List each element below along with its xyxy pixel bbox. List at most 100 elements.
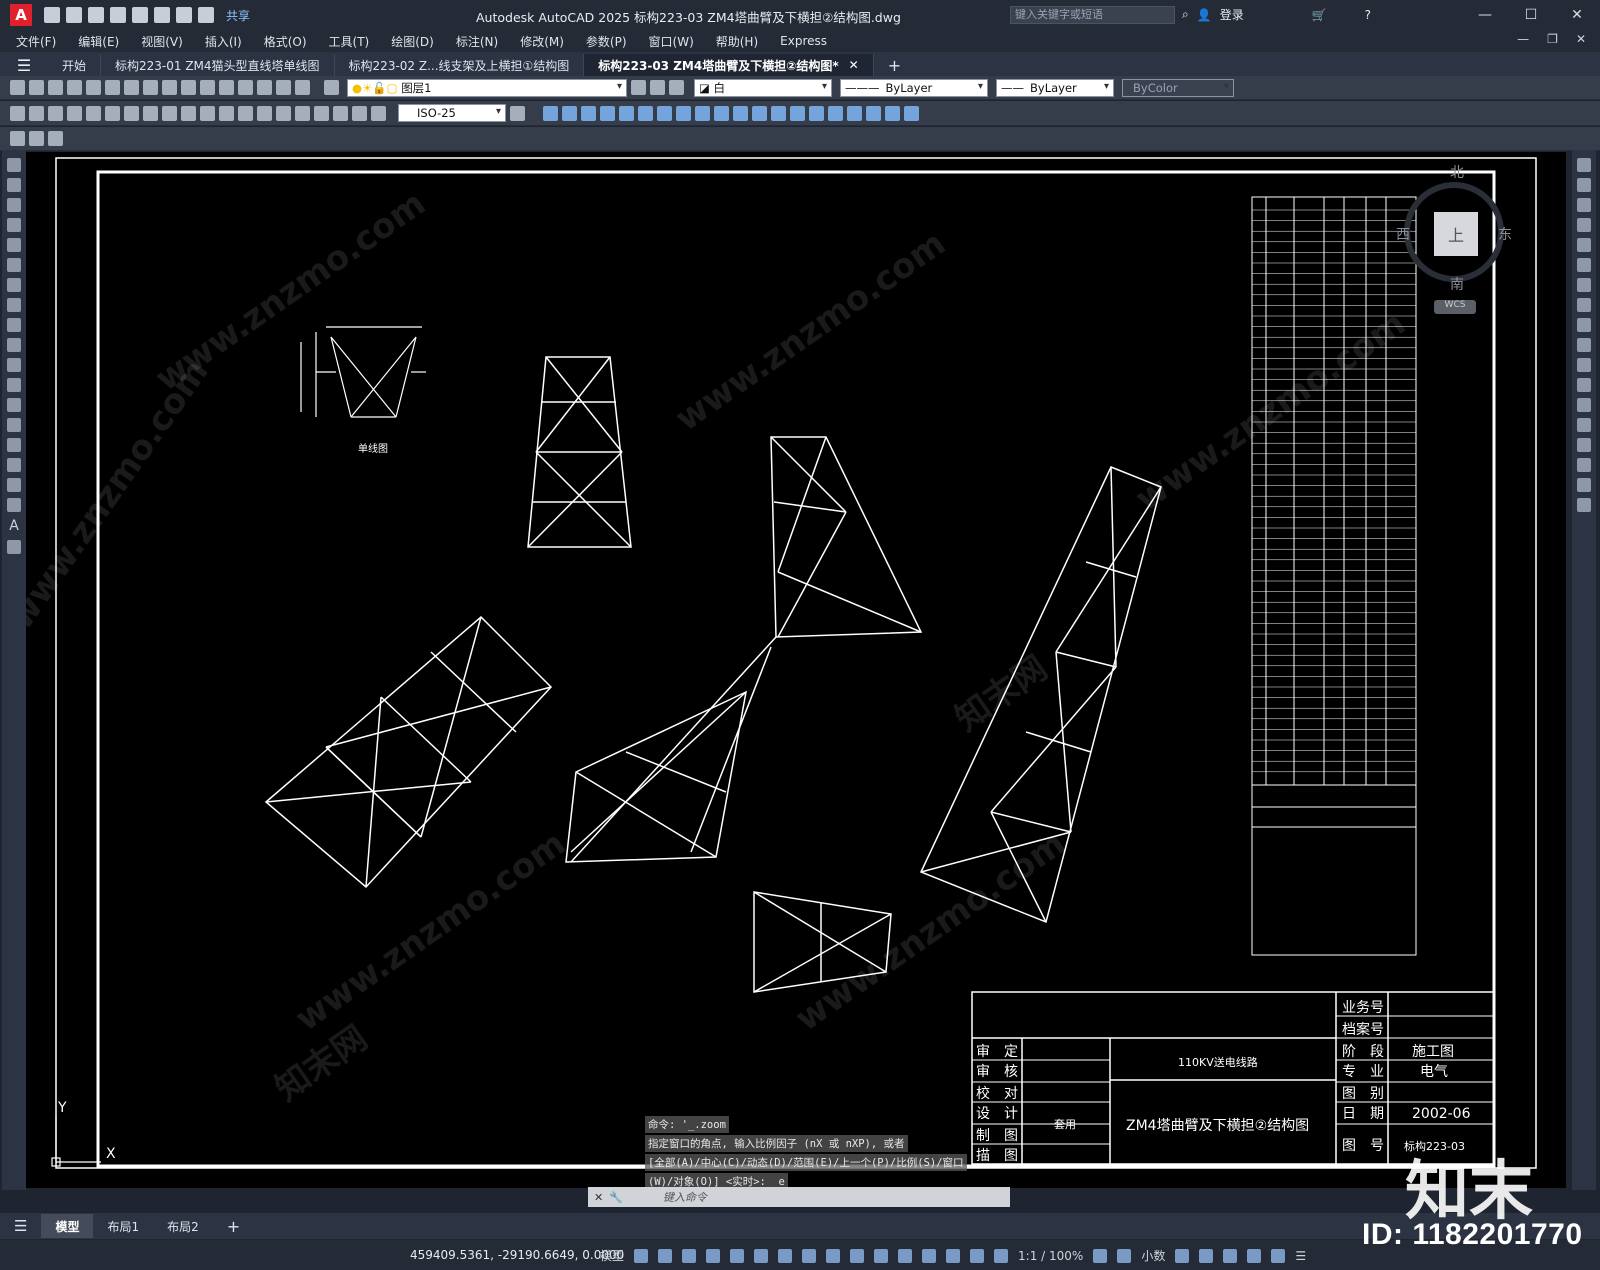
customization-icon[interactable]: ☰: [1295, 1249, 1306, 1263]
polygon-icon[interactable]: [7, 218, 21, 232]
continue-icon[interactable]: [200, 105, 215, 121]
linear-dim-icon[interactable]: [10, 105, 25, 121]
graphics-performance-icon[interactable]: [1247, 1248, 1262, 1263]
object-snap-tracking-icon[interactable]: [754, 1248, 769, 1263]
object-snap-icon[interactable]: [778, 1248, 793, 1263]
annotation-visibility-icon[interactable]: [970, 1248, 985, 1263]
polar-icon[interactable]: [706, 1248, 721, 1263]
search-input[interactable]: 键入关键字或短语: [1010, 6, 1175, 24]
doc-restore-icon[interactable]: ❐: [1547, 32, 1558, 46]
inspect-icon[interactable]: [295, 105, 310, 121]
block-edit-icon[interactable]: [10, 131, 25, 146]
copy-icon[interactable]: [124, 80, 139, 95]
auto-scale-icon[interactable]: [994, 1248, 1009, 1263]
jogged-linear-icon[interactable]: [314, 105, 329, 121]
table-icon[interactable]: [48, 131, 63, 146]
break-point-icon[interactable]: [1577, 378, 1591, 392]
zoom-icon[interactable]: [238, 80, 253, 95]
preview-icon[interactable]: [86, 80, 101, 95]
modify-explode-icon[interactable]: [809, 105, 824, 121]
region-icon[interactable]: [7, 478, 21, 492]
menu-view[interactable]: 视图(V): [141, 33, 183, 50]
gizmo-icon[interactable]: [946, 1248, 961, 1263]
polyline-icon[interactable]: [7, 198, 21, 212]
lock-ui-icon[interactable]: [1199, 1248, 1214, 1263]
rotate-icon[interactable]: [1577, 278, 1591, 292]
command-input[interactable]: ✕ 🔧 键入命令: [588, 1187, 1010, 1207]
tab-layout2[interactable]: 布局2: [153, 1214, 213, 1238]
properties-icon[interactable]: [257, 80, 272, 95]
spline-icon[interactable]: [7, 318, 21, 332]
space-icon[interactable]: [219, 105, 234, 121]
erase-icon[interactable]: [1577, 158, 1591, 172]
viewcube-east[interactable]: 东: [1498, 224, 1512, 244]
hatch-icon[interactable]: [7, 438, 21, 452]
revcloud-icon[interactable]: [7, 298, 21, 312]
annotation-scale[interactable]: 1:1 / 100%: [1018, 1249, 1083, 1263]
menu-dimension[interactable]: 标注(N): [456, 33, 498, 50]
annotation-monitor-icon[interactable]: [1117, 1248, 1132, 1263]
viewcube-north[interactable]: 北: [1450, 162, 1464, 182]
new-icon[interactable]: [44, 7, 60, 23]
publish-icon[interactable]: [132, 7, 148, 23]
help-icon[interactable]: [295, 80, 310, 95]
tab-file-03[interactable]: 标构223-03 ZM4塔曲臂及下横担②结构图* ✕: [584, 54, 874, 76]
matchprop-icon[interactable]: [162, 80, 177, 95]
redo-icon[interactable]: [200, 80, 215, 95]
center-mark-icon[interactable]: [276, 105, 291, 121]
paste-icon[interactable]: [143, 80, 158, 95]
menu-modify[interactable]: 修改(M): [520, 33, 564, 50]
plotstyle-dropdown[interactable]: ByColor: [1122, 78, 1234, 97]
aligned-dim-icon[interactable]: [29, 105, 44, 121]
minimize-icon[interactable]: —: [1462, 0, 1508, 30]
menu-insert[interactable]: 插入(I): [205, 33, 242, 50]
doc-minimize-icon[interactable]: —: [1517, 32, 1529, 46]
tolerance-icon[interactable]: [257, 105, 272, 121]
ortho-icon[interactable]: [682, 1248, 697, 1263]
linetype-dropdown[interactable]: ——— ByLayer: [840, 78, 988, 97]
tab-close-icon[interactable]: ✕: [849, 58, 859, 72]
dimstyle-dropdown[interactable]: ISO-25: [398, 104, 506, 122]
move-icon[interactable]: [1577, 258, 1591, 272]
modify-fillet-icon[interactable]: [790, 105, 805, 121]
clean-screen-icon[interactable]: [1271, 1248, 1286, 1263]
menu-draw[interactable]: 绘图(D): [391, 33, 434, 50]
trim-icon[interactable]: [1577, 338, 1591, 352]
menu-tools[interactable]: 工具(T): [329, 33, 370, 50]
help-icon[interactable]: ?: [1365, 8, 1371, 22]
dimedit-icon[interactable]: [333, 105, 348, 121]
jogged-icon[interactable]: [105, 105, 120, 121]
autocad-logo-icon[interactable]: A: [10, 4, 32, 26]
layer-manager-icon[interactable]: [324, 80, 339, 95]
quick-dim-icon[interactable]: [162, 105, 177, 121]
modify-group-icon[interactable]: [847, 105, 862, 121]
blend-icon[interactable]: [1577, 478, 1591, 492]
add-layout-icon[interactable]: +: [213, 1214, 254, 1238]
gradient-icon[interactable]: [7, 458, 21, 472]
plot-icon[interactable]: [154, 7, 170, 23]
insert-icon[interactable]: [7, 378, 21, 392]
modify-draworder-icon[interactable]: [885, 105, 900, 121]
menu-help[interactable]: 帮助(H): [716, 33, 758, 50]
workspace-gear-icon[interactable]: [1093, 1248, 1108, 1263]
offset-icon[interactable]: [1577, 218, 1591, 232]
modify-stretch-icon[interactable]: [676, 105, 691, 121]
copy-object-icon[interactable]: [1577, 178, 1591, 192]
color-dropdown[interactable]: ◪ 白: [694, 78, 832, 97]
modify-scale-icon[interactable]: [657, 105, 672, 121]
modify-mirror-icon[interactable]: [562, 105, 577, 121]
fillet-icon[interactable]: [1577, 458, 1591, 472]
stretch-icon[interactable]: [1577, 318, 1591, 332]
coordinates-readout[interactable]: 459409.5361, -29190.6649, 0.0000: [410, 1248, 624, 1262]
add-selected-icon[interactable]: [7, 540, 21, 554]
new-tab-plus-icon[interactable]: +: [874, 54, 915, 76]
modify-extend-icon[interactable]: [714, 105, 729, 121]
command-wrench-icon[interactable]: 🔧: [609, 1191, 623, 1204]
designcenter-icon[interactable]: [276, 80, 291, 95]
lineweight-icon[interactable]: [802, 1248, 817, 1263]
open-icon[interactable]: [66, 7, 82, 23]
undo-icon[interactable]: [181, 80, 196, 95]
pan-icon[interactable]: [219, 80, 234, 95]
layer-iso-icon[interactable]: [650, 80, 665, 95]
grid-icon[interactable]: [634, 1248, 649, 1263]
